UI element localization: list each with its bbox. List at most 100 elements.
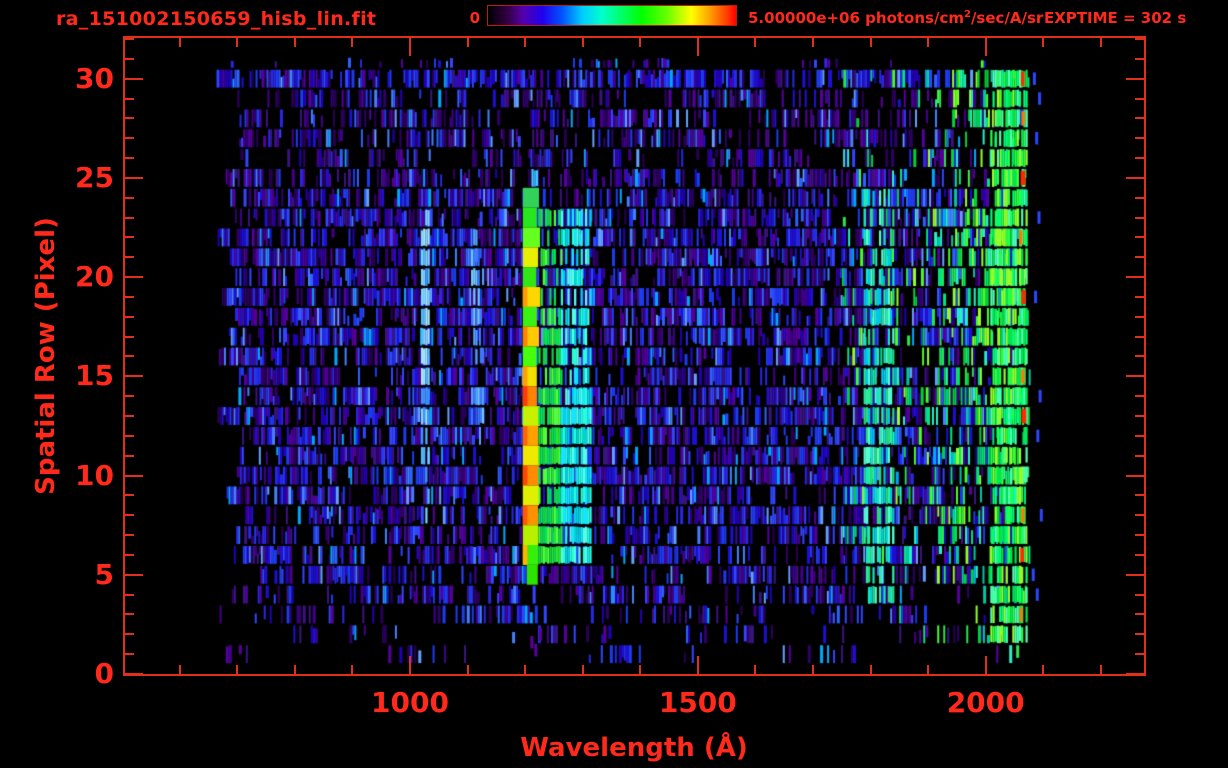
right-tick: [1135, 236, 1144, 239]
right-tick: [1135, 633, 1144, 636]
bottom-tick: [1099, 665, 1102, 674]
y-tick-label: 0: [94, 657, 114, 690]
y-axis-title: Spatial Row (Pixel): [31, 217, 61, 495]
bottom-tick: [351, 665, 354, 674]
right-tick: [1135, 196, 1144, 199]
left-tick: [125, 593, 134, 596]
colorbar-max-sup: 2: [963, 9, 971, 20]
left-tick: [125, 335, 134, 338]
top-tick: [581, 38, 584, 47]
right-tick: [1135, 434, 1144, 437]
bottom-tick: [927, 665, 930, 674]
right-tick: [1135, 117, 1144, 120]
colorbar: [487, 5, 737, 26]
left-tick: [125, 434, 134, 437]
top-tick: [178, 38, 181, 47]
right-tick: [1135, 216, 1144, 219]
right-tick: [1135, 57, 1144, 60]
bottom-tick: [236, 665, 239, 674]
right-tick: [1135, 137, 1144, 140]
left-tick: [125, 295, 134, 298]
right-tick: [1135, 613, 1144, 616]
top-tick: [984, 38, 987, 56]
left-tick: [125, 236, 134, 239]
left-tick: [125, 454, 134, 457]
bottom-tick: [408, 656, 411, 674]
top-tick: [351, 38, 354, 47]
left-tick: [125, 77, 143, 80]
top-tick: [696, 38, 699, 56]
top-tick: [869, 38, 872, 47]
bottom-tick: [984, 656, 987, 674]
right-tick: [1126, 276, 1144, 279]
top-tick: [236, 38, 239, 47]
right-tick: [1135, 335, 1144, 338]
y-tick-label: 25: [75, 160, 114, 194]
left-tick: [125, 137, 134, 140]
plot-frame: [123, 36, 1146, 676]
right-tick: [1126, 375, 1144, 378]
right-tick: [1135, 355, 1144, 358]
colorbar-max-prefix: 5.00000e+06 photons/cm: [748, 9, 964, 27]
bottom-tick: [466, 665, 469, 674]
left-tick: [125, 474, 143, 477]
bottom-tick: [754, 665, 757, 674]
bottom-tick: [639, 665, 642, 674]
left-tick: [125, 117, 134, 120]
bottom-tick: [178, 665, 181, 674]
y-tick-label: 5: [94, 557, 114, 591]
right-tick: [1135, 415, 1144, 418]
right-tick: [1135, 653, 1144, 656]
top-tick: [811, 38, 814, 47]
left-tick: [125, 633, 134, 636]
y-tick-label: 30: [75, 61, 114, 95]
left-tick: [125, 415, 134, 418]
right-tick: [1126, 77, 1144, 80]
left-tick: [125, 196, 134, 199]
left-tick: [125, 673, 143, 675]
top-tick: [293, 38, 296, 47]
right-tick: [1135, 256, 1144, 259]
top-tick: [639, 38, 642, 47]
left-tick: [125, 315, 134, 318]
x-tick-label: 1000: [371, 686, 449, 719]
left-tick: [125, 395, 134, 398]
bottom-tick: [869, 665, 872, 674]
colorbar-min-label: 0: [469, 9, 480, 27]
right-tick: [1135, 395, 1144, 398]
right-tick: [1135, 514, 1144, 517]
right-tick: [1135, 97, 1144, 100]
right-tick: [1135, 295, 1144, 298]
right-tick: [1135, 315, 1144, 318]
left-tick: [125, 613, 134, 616]
top-tick: [754, 38, 757, 47]
x-axis-title: Wavelength (Å): [520, 733, 748, 763]
x-tick-label: 2000: [946, 686, 1025, 719]
spectral-viewer-window: ra_151002150659_hisb_lin.fit 0 5.00000e+…: [0, 0, 1228, 768]
bottom-tick: [696, 656, 699, 674]
bottom-tick: [524, 665, 527, 674]
left-tick: [125, 276, 143, 279]
bottom-tick: [293, 665, 296, 674]
left-tick: [125, 176, 143, 179]
left-tick: [125, 653, 134, 656]
right-tick: [1135, 494, 1144, 497]
right-tick: [1135, 553, 1144, 556]
left-tick: [125, 573, 143, 576]
bottom-tick: [811, 665, 814, 674]
colorbar-max-label: 5.00000e+06 photons/cm2/sec/A/sr: [748, 9, 1043, 27]
colorbar-max-suffix: /sec/A/sr: [970, 9, 1044, 27]
left-tick: [125, 157, 134, 160]
exposure-time-label: EXPTIME = 302 s: [1044, 9, 1187, 27]
top-tick: [927, 38, 930, 47]
left-tick: [125, 494, 134, 497]
left-tick: [125, 534, 134, 537]
x-tick-label: 1500: [658, 686, 737, 719]
top-tick: [1042, 38, 1045, 47]
left-tick: [125, 514, 134, 517]
top-tick: [466, 38, 469, 47]
top-tick: [408, 38, 411, 56]
right-tick: [1135, 38, 1144, 40]
left-tick: [125, 97, 134, 100]
right-tick: [1126, 573, 1144, 576]
